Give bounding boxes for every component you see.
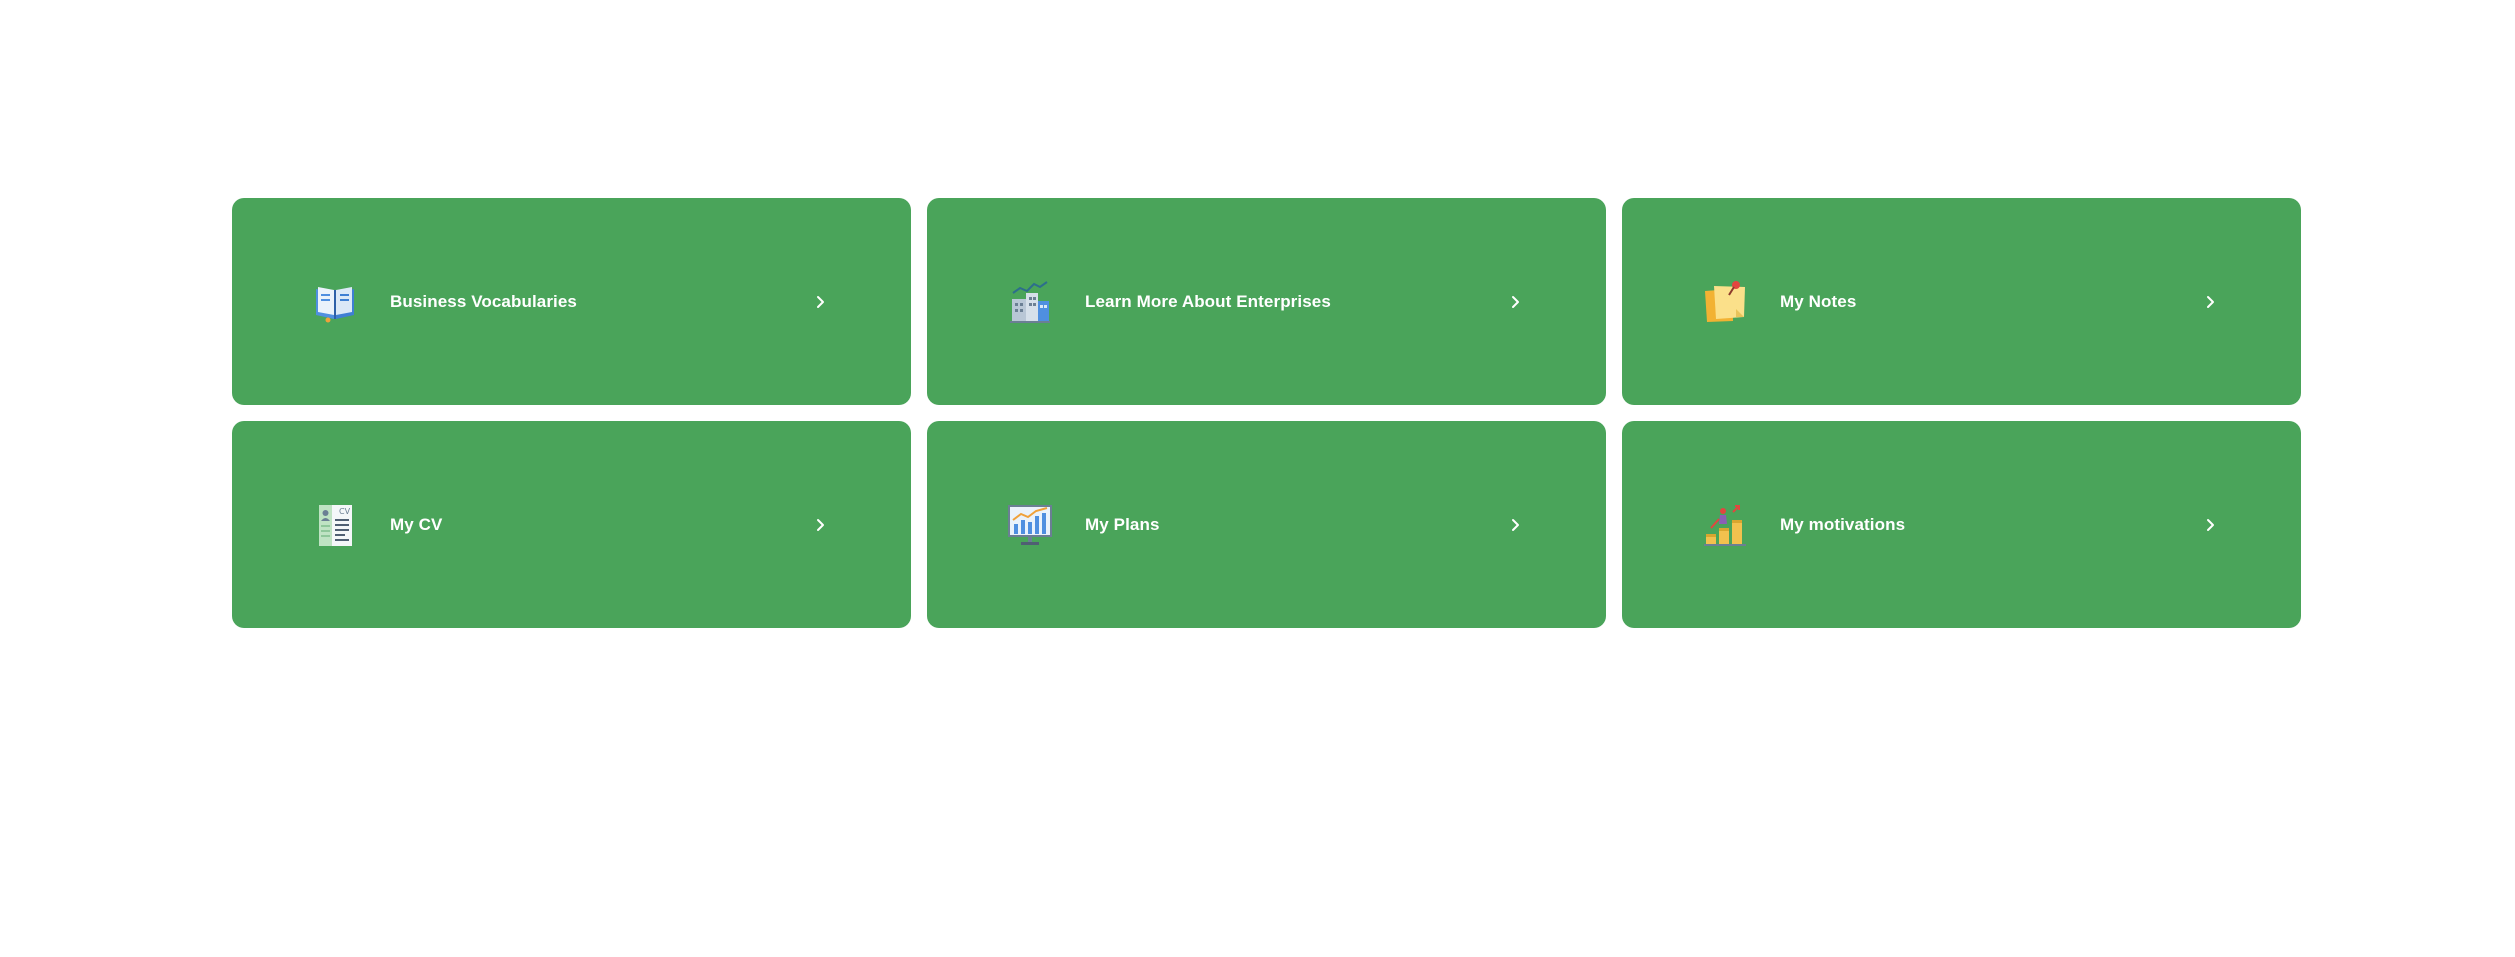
card-business-vocabularies[interactable]: Business Vocabularies: [232, 198, 911, 405]
svg-text:CV: CV: [339, 507, 351, 516]
card-label: My CV: [390, 514, 443, 534]
growth-podium-icon: [1702, 502, 1748, 548]
chevron-right-icon: [813, 518, 827, 532]
card-my-cv[interactable]: CV My CV: [232, 421, 911, 628]
open-book-icon: [312, 279, 358, 325]
presentation-chart-icon: [1007, 502, 1053, 548]
card-my-motivations[interactable]: My motivations: [1622, 421, 2301, 628]
card-my-notes[interactable]: My Notes: [1622, 198, 2301, 405]
chevron-right-icon: [813, 295, 827, 309]
chevron-right-icon: [2203, 518, 2217, 532]
chevron-right-icon: [1508, 518, 1522, 532]
chevron-right-icon: [2203, 295, 2217, 309]
menu-card-grid: Business Vocabularies Learn More About E…: [232, 198, 2302, 628]
card-label: My Notes: [1780, 291, 1857, 311]
card-label: Learn More About Enterprises: [1085, 291, 1331, 311]
card-label: Business Vocabularies: [390, 291, 577, 311]
card-label: My Plans: [1085, 514, 1160, 534]
office-building-chart-icon: [1007, 279, 1053, 325]
cv-document-icon: CV: [312, 502, 358, 548]
sticky-notes-icon: [1702, 279, 1748, 325]
card-label: My motivations: [1780, 514, 1906, 534]
chevron-right-icon: [1508, 295, 1522, 309]
card-my-plans[interactable]: My Plans: [927, 421, 1606, 628]
card-learn-more-about-enterprises[interactable]: Learn More About Enterprises: [927, 198, 1606, 405]
